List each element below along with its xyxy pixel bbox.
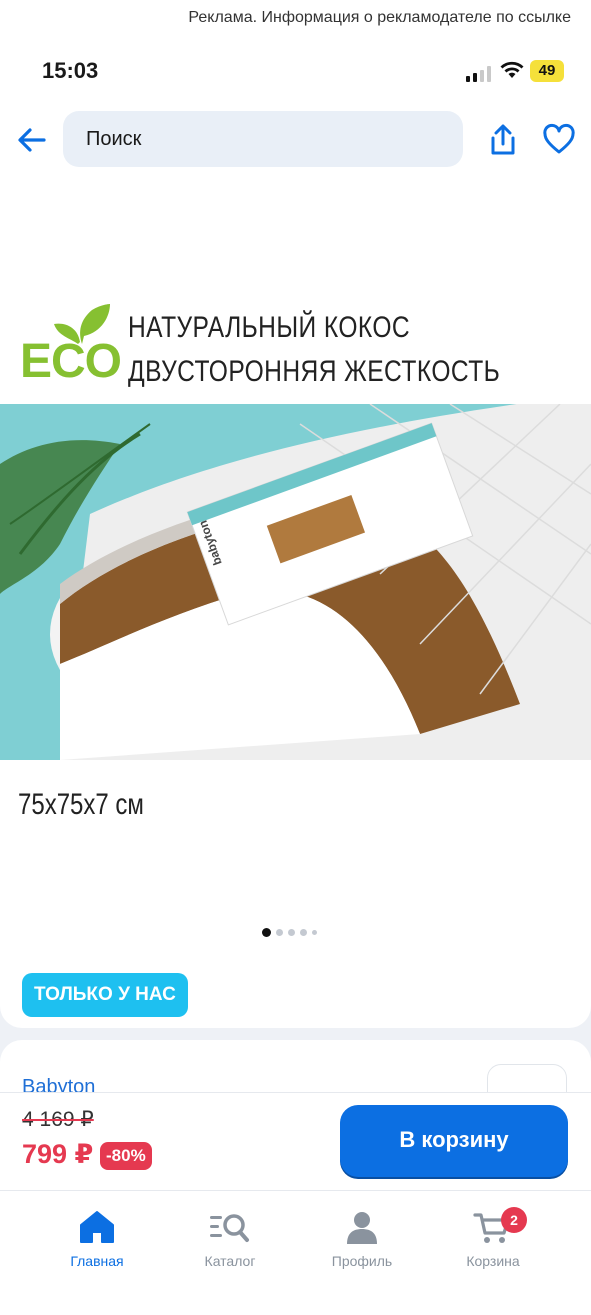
catalog-search-icon <box>210 1214 249 1242</box>
product-card: ECO НАТУРАЛЬНЫЙ КОКОС ДВУСТОРОННЯЯ ЖЕСТК… <box>0 176 591 1028</box>
cart-count-badge: 2 <box>501 1207 527 1233</box>
status-time: 15:03 <box>42 58 99 83</box>
mattress-photo: babyton <box>0 404 591 760</box>
status-bar: 15:03 49 <box>0 36 591 108</box>
size-label: 75x75x7 см <box>18 788 144 821</box>
tab-catalog[interactable]: Каталог <box>170 1209 290 1269</box>
pagination-dot[interactable] <box>276 929 283 936</box>
top-header: Поиск <box>0 108 591 176</box>
wifi-icon <box>500 61 524 78</box>
image-headline: НАТУРАЛЬНЫЙ КОКОС ДВУСТОРОННЯЯ ЖЕСТКОСТЬ <box>128 306 500 394</box>
cellular-signal-icon <box>466 66 491 82</box>
add-to-cart-button[interactable]: В корзину <box>340 1105 568 1177</box>
image-headline-line1: НАТУРАЛЬНЫЙ КОКОС <box>128 311 411 344</box>
old-price: 4 169 ₽ <box>22 1108 94 1131</box>
product-image-gallery[interactable]: ECO НАТУРАЛЬНЫЙ КОКОС ДВУСТОРОННЯЯ ЖЕСТК… <box>0 176 591 916</box>
discount-badge: -80% <box>100 1142 152 1170</box>
buy-bar: 4 169 ₽ 799 ₽ -80% В корзину <box>0 1092 591 1190</box>
pagination-dot[interactable] <box>288 929 295 936</box>
home-icon <box>80 1211 114 1243</box>
current-price: 799 ₽ <box>22 1139 94 1169</box>
mattress-illustration: babyton <box>0 404 591 760</box>
ad-disclaimer[interactable]: Реклама. Информация о рекламодателе по с… <box>0 0 591 36</box>
image-headline-line2: ДВУСТОРОННЯЯ ЖЕСТКОСТЬ <box>128 355 501 388</box>
promo-badge[interactable]: ТОЛЬКО У НАС <box>22 973 188 1017</box>
pagination-dot[interactable] <box>300 929 307 936</box>
tab-cart[interactable]: Корзина 2 <box>433 1207 553 1269</box>
favorite-heart-icon[interactable] <box>541 122 577 158</box>
pagination-dot[interactable] <box>312 930 317 935</box>
profile-icon <box>347 1212 377 1244</box>
battery-indicator: 49 <box>530 60 564 82</box>
pagination-dot-active[interactable] <box>262 928 271 937</box>
gallery-pagination <box>262 928 317 937</box>
tab-label-profile: Профиль <box>331 1253 393 1269</box>
tab-profile[interactable]: Профиль <box>302 1209 422 1269</box>
eco-label: ECO <box>20 335 122 388</box>
tab-home[interactable]: Главная <box>37 1209 157 1269</box>
share-icon[interactable] <box>486 122 520 158</box>
tab-label-catalog: Каталог <box>204 1253 256 1269</box>
search-input[interactable]: Поиск <box>63 111 463 167</box>
back-arrow-icon[interactable] <box>14 122 50 158</box>
bottom-tab-bar: Главная Каталог Профиль Корзина 2 <box>0 1190 591 1315</box>
tab-label-home: Главная <box>70 1253 124 1269</box>
tab-label-cart: Корзина <box>466 1253 520 1269</box>
